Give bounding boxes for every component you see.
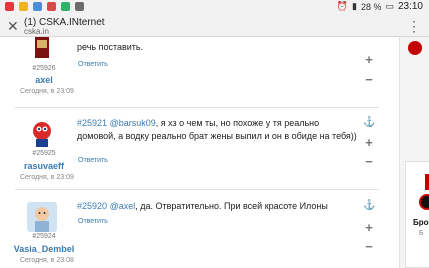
minus-icon[interactable]: − [363, 239, 375, 254]
plus-icon[interactable]: + [363, 220, 375, 235]
comment-author[interactable]: Vasia_Dembel [0, 244, 88, 254]
comment-id: #25925 [32, 150, 56, 157]
reply-link[interactable]: Ответить [78, 157, 108, 164]
comment-body: речь поставить. [77, 42, 144, 52]
mention-link[interactable]: @axel [110, 201, 136, 211]
avatar[interactable] [27, 119, 57, 149]
comment-time: Сегодня, в 23:08 [20, 257, 74, 264]
comment-author[interactable]: rasuvaeff [0, 161, 88, 171]
browser-toolbar: ✕ (1) CSKA.INternet cska.in ⋮ [0, 15, 429, 37]
minus-icon[interactable]: − [363, 154, 375, 169]
comment-time: Сегодня, в 23:09 [20, 88, 74, 95]
reply-link[interactable]: Ответить [78, 218, 108, 225]
status-bar-system: ⏰ ▮ 28 % ▭ 23:10 [337, 1, 423, 12]
ball-icon [419, 194, 429, 210]
comments-list: #25926 axel Сегодня, в 23:09 речь постав… [0, 37, 429, 268]
comment-id: #25926 [32, 65, 56, 72]
comment-author[interactable]: axel [0, 75, 88, 85]
browser-screen: ⏰ ▮ 28 % ▭ 23:10 ✕ (1) CSKA.INternet csk… [0, 0, 429, 268]
alarm-icon: ⏰ [336, 1, 348, 11]
quoted-comment-link[interactable]: #25921 [77, 118, 107, 128]
close-icon[interactable]: ✕ [7, 18, 19, 35]
comment-id: #25924 [32, 233, 56, 240]
comment-text: #25920 @axel, да. Отвратительно. При все… [77, 200, 360, 213]
comment-text: #25921 @barsuk09, я хз о чем ты, но похо… [77, 117, 360, 143]
ad-sublabel: Б [419, 230, 424, 237]
battery-level: 28 % [360, 1, 382, 12]
quoted-comment-link[interactable]: #25920 [77, 201, 107, 211]
ad-badge-icon[interactable] [408, 41, 422, 55]
notification-icon [61, 2, 70, 11]
status-bar-notifications [5, 2, 84, 11]
comment-item: #25926 axel Сегодня, в 23:09 речь постав… [0, 37, 392, 107]
mention-link[interactable]: @barsuk09 [110, 118, 156, 128]
reply-link[interactable]: Ответить [78, 61, 108, 68]
plus-icon[interactable]: + [363, 135, 375, 150]
notification-icon [19, 2, 28, 11]
more-menu-icon[interactable]: ⋮ [407, 17, 421, 35]
divider [15, 107, 379, 108]
page-url: cska.in [24, 27, 49, 36]
notification-icon [5, 2, 14, 11]
signal-icon: ▮ [351, 1, 357, 11]
minus-icon[interactable]: − [363, 72, 375, 87]
clock: 23:10 [397, 1, 423, 12]
notification-icon [47, 2, 56, 11]
ad-label: Брозе [413, 218, 429, 227]
comment-item: #25925 rasuvaeff Сегодня, в 23:09 #25921… [0, 117, 392, 197]
status-bar: ⏰ ▮ 28 % ▭ 23:10 [0, 0, 429, 15]
anchor-icon[interactable]: ⚓ [363, 200, 375, 211]
plus-icon[interactable]: + [363, 52, 375, 67]
notification-icon [33, 2, 42, 11]
comment-text: речь поставить. [77, 41, 360, 54]
notification-icon [75, 2, 84, 11]
sidebar-ad-column: Брозе Б [399, 37, 429, 268]
battery-icon: ▭ [385, 1, 394, 11]
anchor-icon[interactable]: ⚓ [363, 117, 375, 128]
comment-body: , да. Отвратительно. При всей красоте Ил… [135, 201, 328, 211]
divider [15, 189, 379, 190]
avatar[interactable] [27, 37, 57, 64]
comment-time: Сегодня, в 23:09 [20, 174, 74, 181]
comment-item: #25924 Vasia_Dembel Сегодня, в 23:08 #25… [0, 200, 392, 268]
avatar[interactable] [27, 202, 57, 232]
ad-card[interactable]: Брозе Б [405, 161, 429, 268]
ad-stripe [425, 174, 429, 190]
